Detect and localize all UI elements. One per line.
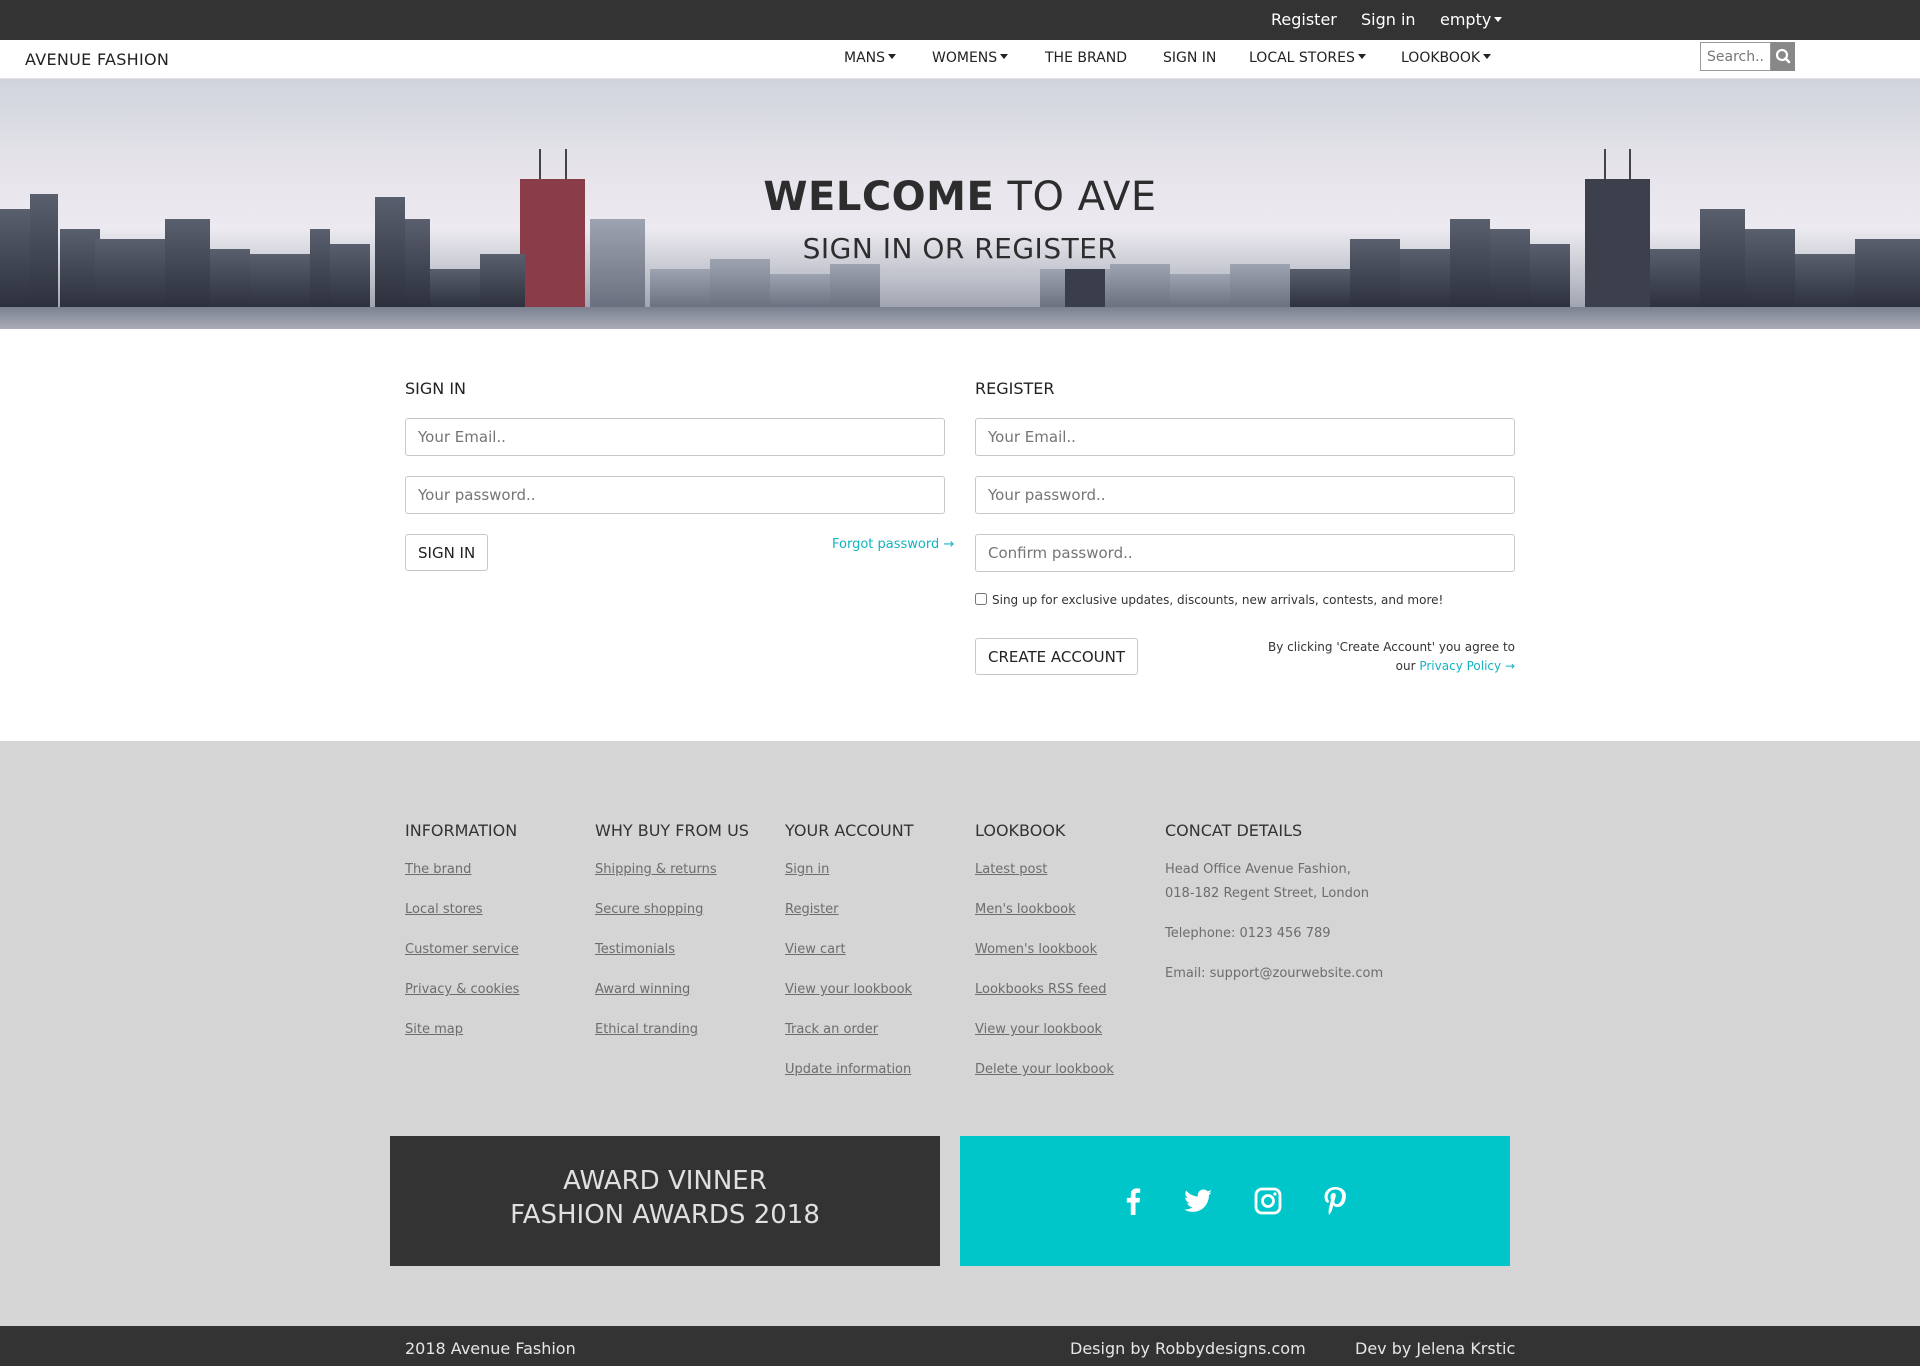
footer-link[interactable]: Shipping & returns bbox=[595, 862, 717, 877]
chevron-down-icon bbox=[1000, 54, 1009, 59]
privacy-prefix: our bbox=[1395, 659, 1416, 673]
footer-link[interactable]: Update information bbox=[785, 1062, 911, 1077]
footer-link[interactable]: Men's lookbook bbox=[975, 902, 1076, 917]
award-line: FASHION AWARDS 2018 bbox=[510, 1200, 820, 1230]
footer-col-title: YOUR ACCOUNT bbox=[785, 821, 914, 840]
cart-dropdown[interactable]: empty bbox=[1440, 0, 1503, 40]
instagram-icon[interactable] bbox=[1248, 1181, 1288, 1221]
footer-link[interactable]: Secure shopping bbox=[595, 902, 703, 917]
nav-womens[interactable]: WOMENS bbox=[932, 40, 1009, 76]
bottom-bar: 2018 Avenue Fashion Design by Robbydesig… bbox=[0, 1326, 1920, 1366]
dev-credit: Dev by Jelena Krstic bbox=[1355, 1339, 1516, 1358]
sign-in-password-input[interactable] bbox=[405, 476, 945, 514]
sign-in-email-input[interactable] bbox=[405, 418, 945, 456]
sign-in-button[interactable]: SIGN IN bbox=[405, 534, 489, 571]
chevron-down-icon bbox=[1483, 54, 1492, 59]
footer-link[interactable]: Site map bbox=[405, 1022, 463, 1037]
contact-email: Email: support@zourwebsite.com bbox=[1165, 966, 1384, 981]
footer: INFORMATION The brand Local stores Custo… bbox=[0, 741, 1920, 1326]
privacy-notice: By clicking 'Create Account' you agree t… bbox=[1200, 638, 1515, 676]
award-line: AWARD VINNER bbox=[563, 1166, 767, 1196]
design-credit: Design by Robbydesigns.com bbox=[1070, 1339, 1306, 1358]
top-bar: Register Sign in empty bbox=[0, 0, 1920, 40]
footer-link[interactable]: View your lookbook bbox=[975, 1022, 1102, 1037]
nav-lookbook[interactable]: LOOKBOOK bbox=[1401, 40, 1492, 76]
hero-title-rest: TO AVE bbox=[1007, 174, 1157, 220]
hero-title-bold: WELCOME bbox=[763, 174, 995, 220]
footer-link[interactable]: Customer service bbox=[405, 942, 519, 957]
search-button[interactable] bbox=[1771, 42, 1795, 71]
sign-in-title: SIGN IN bbox=[405, 379, 467, 398]
hero-subtitle: SIGN IN OR REGISTER bbox=[802, 232, 1118, 265]
footer-col-title: INFORMATION bbox=[405, 821, 518, 840]
footer-col-title: LOOKBOOK bbox=[975, 821, 1066, 840]
nav-local-stores[interactable]: LOCAL STORES bbox=[1249, 40, 1366, 76]
copyright-text: 2018 Avenue Fashion bbox=[405, 1339, 576, 1358]
footer-link[interactable]: Ethical tranding bbox=[595, 1022, 698, 1037]
chevron-down-icon bbox=[1357, 54, 1366, 59]
nav-label: MANS bbox=[844, 50, 886, 66]
contact-address-line: 018-182 Regent Street, London bbox=[1165, 886, 1370, 901]
twitter-icon[interactable] bbox=[1178, 1181, 1218, 1221]
social-banner bbox=[960, 1136, 1510, 1266]
forgot-password-link[interactable]: Forgot password → bbox=[832, 537, 954, 552]
footer-link[interactable]: Delete your lookbook bbox=[975, 1062, 1114, 1077]
confirm-password-input[interactable] bbox=[975, 534, 1515, 572]
footer-link[interactable]: Women's lookbook bbox=[975, 942, 1097, 957]
top-register-link[interactable]: Register bbox=[1271, 0, 1337, 40]
privacy-notice-line: By clicking 'Create Account' you agree t… bbox=[1267, 640, 1515, 654]
create-account-button[interactable]: CREATE ACCOUNT bbox=[975, 638, 1138, 675]
nav-label: LOOKBOOK bbox=[1401, 50, 1481, 66]
footer-link[interactable]: Track an order bbox=[785, 1022, 878, 1037]
footer-link[interactable]: Privacy & cookies bbox=[405, 982, 519, 997]
newsletter-label: Sing up for exclusive updates, discounts… bbox=[992, 593, 1444, 607]
footer-link[interactable]: The brand bbox=[405, 862, 471, 877]
pinterest-icon[interactable] bbox=[1315, 1181, 1355, 1221]
privacy-notice-line: our Privacy Policy → bbox=[1200, 657, 1515, 676]
register-email-input[interactable] bbox=[975, 418, 1515, 456]
brand-logo[interactable]: AVENUE FASHION bbox=[25, 40, 169, 79]
footer-link[interactable]: Local stores bbox=[405, 902, 482, 917]
search-icon bbox=[1775, 48, 1791, 64]
nav-label: WOMENS bbox=[932, 50, 998, 66]
award-banner: AWARD VINNER FASHION AWARDS 2018 bbox=[390, 1136, 940, 1266]
nav-the-brand[interactable]: THE BRAND bbox=[1045, 40, 1127, 76]
top-sign-in-link[interactable]: Sign in bbox=[1361, 0, 1416, 40]
nav-label: LOCAL STORES bbox=[1249, 50, 1355, 66]
main-navbar: AVENUE FASHION MANS WOMENS THE BRAND SIG… bbox=[0, 40, 1920, 79]
search-input[interactable] bbox=[1700, 42, 1771, 71]
footer-link[interactable]: Latest post bbox=[975, 862, 1047, 877]
footer-link[interactable]: Lookbooks RSS feed bbox=[975, 982, 1107, 997]
footer-link[interactable]: Award winning bbox=[595, 982, 690, 997]
newsletter-checkbox[interactable] bbox=[975, 593, 987, 605]
hero-banner: WELCOME TO AVE SIGN IN OR REGISTER bbox=[0, 79, 1920, 329]
chevron-down-icon bbox=[888, 54, 897, 59]
nav-sign-in[interactable]: SIGN IN bbox=[1163, 40, 1216, 76]
privacy-policy-link[interactable]: Privacy Policy → bbox=[1419, 659, 1515, 673]
footer-link[interactable]: Testimonials bbox=[595, 942, 675, 957]
hero-title: WELCOME TO AVE bbox=[0, 174, 1920, 220]
facebook-icon[interactable] bbox=[1113, 1181, 1153, 1221]
contact-telephone: Telephone: 0123 456 789 bbox=[1165, 926, 1331, 941]
contact-address-line: Head Office Avenue Fashion, bbox=[1165, 862, 1351, 877]
nav-mans[interactable]: MANS bbox=[844, 40, 897, 76]
footer-link[interactable]: View cart bbox=[785, 942, 846, 957]
cart-label: empty bbox=[1440, 10, 1492, 29]
contact-title: CONCAT DETAILS bbox=[1165, 821, 1303, 840]
register-password-input[interactable] bbox=[975, 476, 1515, 514]
footer-col-title: WHY BUY FROM US bbox=[595, 821, 749, 840]
chevron-down-icon bbox=[1494, 17, 1503, 22]
footer-link[interactable]: View your lookbook bbox=[785, 982, 912, 997]
footer-link[interactable]: Register bbox=[785, 902, 839, 917]
footer-link[interactable]: Sign in bbox=[785, 862, 829, 877]
register-title: REGISTER bbox=[975, 379, 1055, 398]
